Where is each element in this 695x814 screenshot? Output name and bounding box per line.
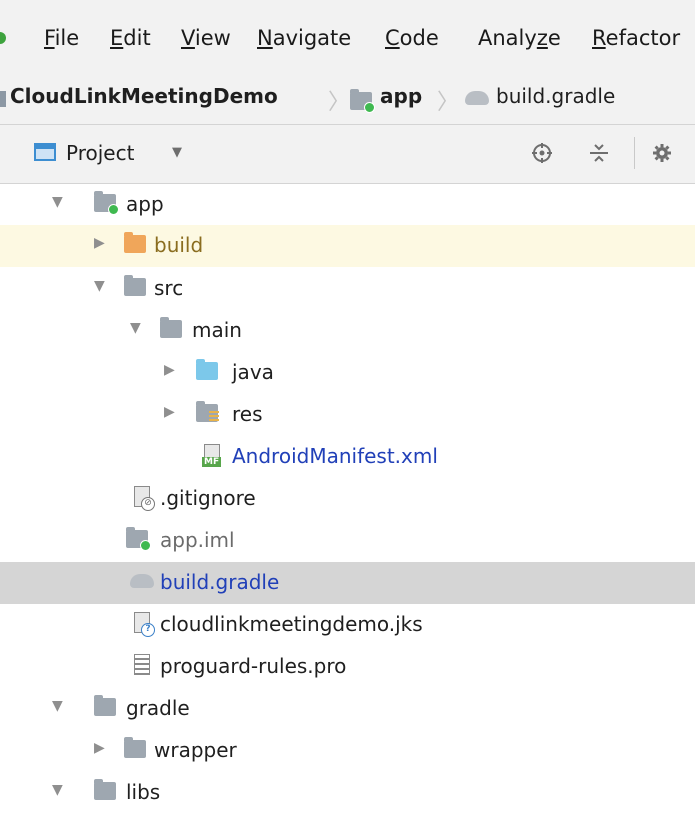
collapse-arrow-icon[interactable]: ▶ [164,404,175,420]
folder-icon [160,317,182,338]
project-toolbar: Project ▼ [0,125,695,184]
folder-icon [124,232,146,253]
folder-icon [94,695,116,716]
module-file-icon [126,527,151,551]
tree-row-main[interactable]: ▼ main [0,310,695,352]
expand-arrow-icon[interactable]: ▼ [52,698,63,714]
menu-analyze[interactable]: Analyze [478,26,561,50]
source-folder-icon [196,359,218,380]
expand-arrow-icon[interactable]: ▼ [52,782,63,798]
tree-row-build[interactable]: ▶ build [0,225,695,267]
breadcrumb-file[interactable]: build.gradle [496,84,615,108]
breadcrumb: CloudLinkMeetingDemo 〉 app 〉 build.gradl… [0,74,695,125]
menu-bar: File Edit View Navigate Code Analyze Ref… [0,0,695,84]
tree-row-jks[interactable]: ? cloudlinkmeetingdemo.jks [0,604,695,646]
module-folder-icon [94,191,119,215]
unknown-file-icon: ? [134,612,155,637]
tree-label: libs [126,780,161,804]
tree-label: wrapper [154,738,237,762]
tree-row-java[interactable]: ▶ java [0,352,695,394]
module-folder-icon [350,89,375,113]
expand-arrow-icon[interactable]: ▼ [52,194,63,210]
folder-icon [124,275,146,296]
tree-label: res [232,402,263,426]
project-icon [0,91,6,107]
expand-arrow-icon[interactable]: ▼ [94,278,105,294]
tree-row-gitignore[interactable]: ⊘ .gitignore [0,478,695,520]
menu-file[interactable]: File [44,26,79,50]
breadcrumb-module[interactable]: app [380,84,422,108]
menu-view[interactable]: View [181,26,231,50]
folder-icon [124,737,146,758]
breadcrumb-separator: 〉 [437,90,460,115]
tree-label: java [232,360,274,384]
app-status-icon [0,32,6,44]
tree-label: build [154,233,204,257]
chevron-down-icon[interactable]: ▼ [172,145,182,160]
tree-label: app.iml [160,528,235,552]
tree-row-libs[interactable]: ▼ libs [0,772,695,814]
tree-label: .gitignore [160,486,256,510]
tree-label: proguard-rules.pro [160,654,347,678]
collapse-all-icon[interactable] [584,138,614,168]
tree-label: app [126,192,164,216]
gear-icon[interactable] [647,138,677,168]
tree-row-build-gradle[interactable]: build.gradle [0,562,695,604]
gradle-icon [465,91,489,105]
gradle-icon [130,574,154,588]
breadcrumb-separator: 〉 [328,90,351,115]
menu-refactor[interactable]: Refactor [592,26,680,50]
tree-label: cloudlinkmeetingdemo.jks [160,612,423,636]
project-view-selector[interactable]: Project [66,141,134,165]
breadcrumb-project[interactable]: CloudLinkMeetingDemo [10,84,278,108]
ignored-file-icon: ⊘ [134,486,155,511]
tree-row-wrapper[interactable]: ▶ wrapper [0,730,695,772]
tree-row-manifest[interactable]: MF AndroidManifest.xml [0,436,695,478]
tree-row-proguard[interactable]: proguard-rules.pro [0,646,695,688]
resource-folder-icon [196,401,219,423]
manifest-file-icon: MF [202,444,222,467]
expand-arrow-icon[interactable]: ▼ [130,320,141,336]
menu-navigate[interactable]: Navigate [257,26,351,50]
tree-label: main [192,318,242,342]
collapse-arrow-icon[interactable]: ▶ [94,740,105,756]
collapse-arrow-icon[interactable]: ▶ [164,362,175,378]
project-window-icon [34,143,56,161]
toolbar-divider [634,137,635,169]
tree-row-src[interactable]: ▼ src [0,268,695,310]
locate-icon[interactable] [527,138,557,168]
text-file-icon [134,654,150,675]
tree-row-app[interactable]: ▼ app [0,184,695,226]
tree-label: gradle [126,696,190,720]
folder-icon [94,779,116,800]
menu-edit[interactable]: Edit [110,26,151,50]
tree-row-gradle[interactable]: ▼ gradle [0,688,695,730]
tree-row-app-iml[interactable]: app.iml [0,520,695,562]
tree-label: build.gradle [160,570,280,594]
tree-row-res[interactable]: ▶ res [0,394,695,436]
collapse-arrow-icon[interactable]: ▶ [94,235,105,251]
tree-label: AndroidManifest.xml [232,444,438,468]
tree-label: src [154,276,184,300]
menu-code[interactable]: Code [385,26,439,50]
